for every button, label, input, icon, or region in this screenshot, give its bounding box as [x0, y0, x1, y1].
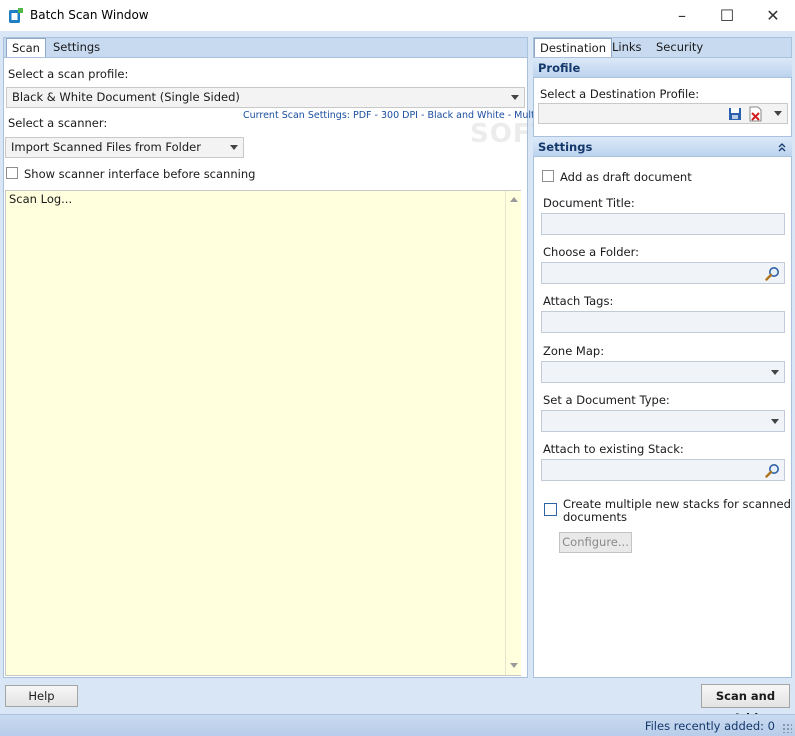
- close-button[interactable]: ✕: [750, 0, 795, 31]
- multi-stack-checkbox[interactable]: [544, 503, 557, 516]
- search-icon[interactable]: [765, 463, 780, 478]
- scan-log[interactable]: Scan Log...: [5, 190, 521, 676]
- help-button[interactable]: Help: [5, 685, 78, 707]
- scanner-select[interactable]: Import Scanned Files from Folder: [5, 137, 244, 158]
- files-added-status: Files recently added: 0: [644, 719, 775, 733]
- app-icon: [9, 8, 23, 23]
- scan-log-scrollbar[interactable]: [505, 191, 521, 675]
- tab-scan[interactable]: Scan: [6, 38, 46, 58]
- right-tab-strip: Destination Links Security: [533, 37, 792, 58]
- draft-label: Add as draft document: [560, 170, 692, 184]
- show-interface-label: Show scanner interface before scanning: [24, 167, 256, 181]
- search-icon[interactable]: [765, 266, 780, 281]
- profile-header-text: Profile: [538, 61, 581, 75]
- zone-map-select[interactable]: [541, 361, 785, 383]
- stack-input[interactable]: [541, 459, 785, 481]
- doc-title-label: Document Title:: [543, 196, 635, 210]
- folder-label: Choose a Folder:: [543, 245, 640, 259]
- tab-settings[interactable]: Settings: [48, 38, 105, 58]
- show-interface-checkbox[interactable]: [6, 167, 18, 179]
- dest-profile-label: Select a Destination Profile:: [540, 87, 700, 101]
- scanner-label: Select a scanner:: [8, 116, 108, 130]
- configure-button[interactable]: Configure...: [559, 532, 632, 553]
- scroll-up-icon[interactable]: [510, 197, 518, 202]
- maximize-button[interactable]: ☐: [704, 0, 750, 31]
- scan-profile-select[interactable]: Black & White Document (Single Sided): [6, 87, 525, 108]
- chevron-down-icon: [511, 95, 519, 100]
- profile-section-header: Profile: [533, 57, 792, 78]
- resize-grip-icon[interactable]: [782, 723, 792, 733]
- title-bar: Batch Scan Window – ☐ ✕: [0, 0, 795, 31]
- scan-profile-label: Select a scan profile:: [8, 67, 129, 81]
- tab-links[interactable]: Links: [607, 38, 647, 58]
- doc-type-select[interactable]: [541, 410, 785, 432]
- chevron-down-icon: [771, 370, 779, 375]
- zone-map-label: Zone Map:: [543, 344, 605, 358]
- settings-header-text: Settings: [538, 140, 593, 154]
- tags-input[interactable]: [541, 311, 785, 333]
- doc-type-label: Set a Document Type:: [543, 393, 670, 407]
- tags-label: Attach Tags:: [543, 294, 614, 308]
- stack-label: Attach to existing Stack:: [543, 442, 684, 456]
- settings-section-header[interactable]: Settings: [533, 136, 792, 157]
- folder-input[interactable]: [541, 262, 785, 284]
- chevron-down-icon: [230, 145, 238, 150]
- window-title: Batch Scan Window: [30, 8, 149, 22]
- minimize-button[interactable]: –: [659, 0, 705, 31]
- bottom-bar: [0, 680, 795, 714]
- dest-profile-select[interactable]: [538, 103, 788, 124]
- save-icon[interactable]: [728, 107, 742, 121]
- multi-stack-label-cont: documents: [563, 510, 628, 524]
- draft-checkbox[interactable]: [542, 170, 554, 182]
- scroll-down-icon[interactable]: [510, 663, 518, 668]
- scan-profile-value: Black & White Document (Single Sided): [12, 90, 240, 104]
- collapse-icon[interactable]: [778, 143, 786, 152]
- tab-destination[interactable]: Destination: [534, 38, 612, 58]
- chevron-down-icon[interactable]: [774, 111, 782, 116]
- doc-title-input[interactable]: [541, 213, 785, 235]
- scanner-value: Import Scanned Files from Folder: [11, 140, 201, 154]
- scan-log-text: Scan Log...: [9, 192, 73, 206]
- delete-profile-icon[interactable]: [748, 106, 763, 122]
- status-bar: Files recently added: 0: [0, 714, 795, 736]
- multi-stack-label: Create multiple new stacks for scanned: [563, 497, 791, 511]
- tab-security[interactable]: Security: [651, 38, 708, 58]
- scan-and-add-button[interactable]: Scan and Add: [701, 684, 790, 725]
- left-tab-strip: Scan Settings: [3, 37, 528, 58]
- chevron-down-icon: [771, 419, 779, 424]
